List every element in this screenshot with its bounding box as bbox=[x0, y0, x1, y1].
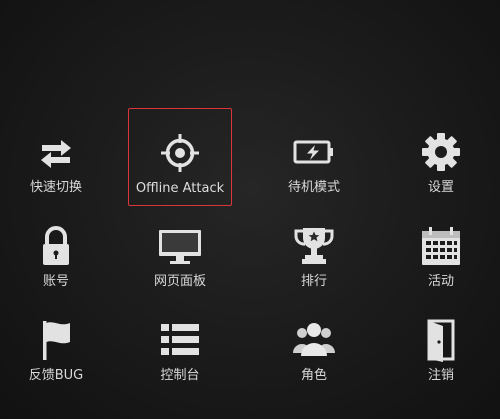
standby-mode-button[interactable]: 待机模式 bbox=[262, 108, 366, 206]
flag-icon bbox=[34, 318, 78, 362]
account-button[interactable]: 账号 bbox=[4, 202, 108, 300]
character-button[interactable]: 角色 bbox=[262, 296, 366, 394]
padlock-icon bbox=[34, 224, 78, 268]
character-label: 角色 bbox=[300, 368, 327, 383]
offline-attack-label: Offline Attack bbox=[135, 181, 225, 196]
logout-label: 注销 bbox=[427, 368, 454, 383]
gear-icon bbox=[419, 130, 463, 174]
offline-attack-button[interactable]: Offline Attack bbox=[128, 108, 232, 206]
people-icon bbox=[292, 318, 336, 362]
battery-charging-icon bbox=[292, 130, 336, 174]
web-panel-label: 网页面板 bbox=[153, 274, 206, 289]
main-menu-grid: 快速切换 Offline Attack 待机模式 设置 账号 网页面板 排行 活… bbox=[0, 0, 500, 419]
calendar-icon bbox=[419, 224, 463, 268]
account-label: 账号 bbox=[42, 274, 69, 289]
events-button[interactable]: 活动 bbox=[389, 202, 493, 300]
leaderboard-label: 排行 bbox=[300, 274, 327, 289]
web-panel-button[interactable]: 网页面板 bbox=[128, 202, 232, 300]
quick-switch-label: 快速切换 bbox=[29, 180, 82, 195]
crosshair-icon bbox=[158, 131, 202, 175]
settings-label: 设置 bbox=[427, 180, 454, 195]
leaderboard-button[interactable]: 排行 bbox=[262, 202, 366, 300]
standby-mode-label: 待机模式 bbox=[287, 180, 340, 195]
events-label: 活动 bbox=[427, 274, 454, 289]
console-button[interactable]: 控制台 bbox=[128, 296, 232, 394]
list-icon bbox=[158, 318, 202, 362]
swap-arrows-icon bbox=[34, 130, 78, 174]
logout-door-icon bbox=[419, 318, 463, 362]
report-bug-label: 反馈BUG bbox=[28, 368, 84, 383]
logout-button[interactable]: 注销 bbox=[389, 296, 493, 394]
trophy-icon bbox=[292, 224, 336, 268]
console-label: 控制台 bbox=[160, 368, 200, 383]
quick-switch-button[interactable]: 快速切换 bbox=[4, 108, 108, 206]
settings-button[interactable]: 设置 bbox=[389, 108, 493, 206]
monitor-icon bbox=[158, 224, 202, 268]
report-bug-button[interactable]: 反馈BUG bbox=[4, 296, 108, 394]
